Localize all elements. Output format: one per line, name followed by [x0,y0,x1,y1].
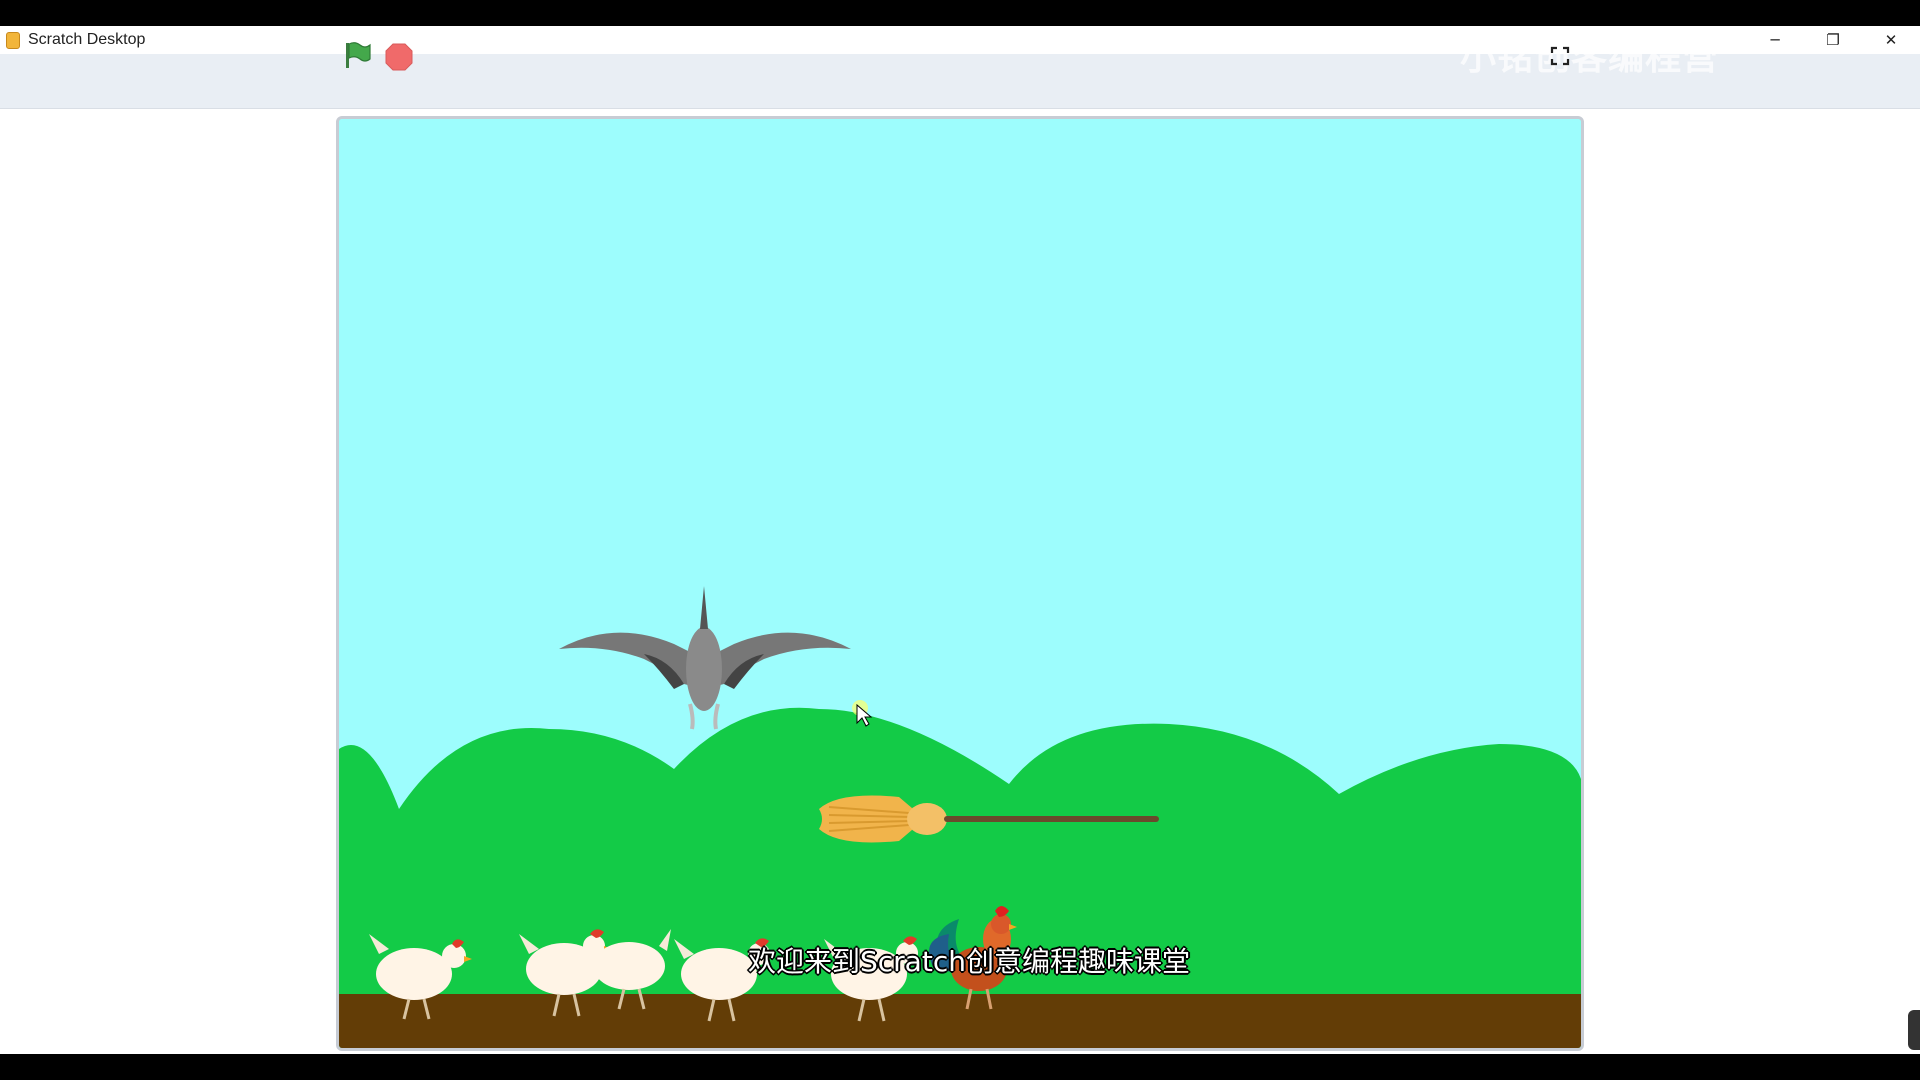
window-controls: ─ ❐ ✕ [1746,26,1920,54]
window-title: Scratch Desktop [28,31,146,48]
fullscreen-button[interactable] [1542,40,1578,72]
fullscreen-icon [1550,46,1570,66]
scratch-app-icon [6,31,20,49]
minimize-button[interactable]: ─ [1746,26,1804,54]
stop-button[interactable] [385,43,413,71]
green-flag-icon [346,42,371,68]
restore-button[interactable]: ❐ [1804,26,1862,54]
stop-sign-icon [385,43,413,71]
watermark-text: 小铭创客编程营 [1460,37,1720,78]
dirt-ground [339,994,1581,1048]
close-button[interactable]: ✕ [1862,26,1920,54]
stage-scene [339,119,1581,1048]
side-edge-handle[interactable] [1908,1010,1920,1050]
green-flag-button[interactable] [342,40,372,70]
stage-canvas[interactable] [336,116,1584,1051]
video-subtitle: 欢迎来到Scratch创意编程趣味课堂 [748,945,1190,978]
